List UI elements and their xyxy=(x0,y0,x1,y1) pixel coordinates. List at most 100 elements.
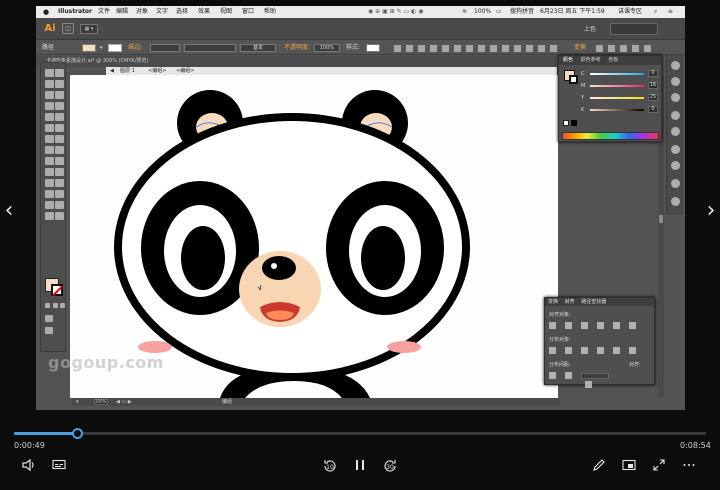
pen-icon[interactable] xyxy=(590,458,608,476)
tab-swatches[interactable]: 色板 xyxy=(608,57,618,63)
opacity-label[interactable]: 不透明度: xyxy=(284,41,310,55)
black-slider[interactable] xyxy=(590,109,644,111)
blend-tool-icon[interactable] xyxy=(55,179,64,187)
brushes-icon[interactable] xyxy=(671,111,680,120)
menu-app-name[interactable]: Illustrator xyxy=(58,6,92,18)
menu-window[interactable]: 窗口 xyxy=(242,6,254,18)
color-panel-icon[interactable] xyxy=(671,61,680,70)
magenta-value[interactable]: 16 xyxy=(648,82,658,89)
artboard-nav-icon[interactable]: ◀ ▭ ▶ xyxy=(116,398,132,406)
shape-builder-tool-icon[interactable] xyxy=(45,157,54,165)
magic-wand-tool-icon[interactable] xyxy=(45,80,54,88)
align-objects-buttons[interactable] xyxy=(549,322,653,330)
tab-color[interactable]: 颜色 xyxy=(563,57,573,63)
wifi-icon[interactable]: ≋ xyxy=(462,6,467,18)
opacity-field[interactable]: 100% xyxy=(314,44,340,52)
perspective-grid-tool-icon[interactable] xyxy=(55,157,64,165)
black-value[interactable]: 0 xyxy=(648,106,658,113)
line-tool-icon[interactable] xyxy=(45,102,54,110)
apple-icon[interactable]: ● xyxy=(43,6,49,18)
column-graph-tool-icon[interactable] xyxy=(55,190,64,198)
swatches-icon[interactable] xyxy=(671,77,680,86)
menu-file[interactable]: 文件 xyxy=(98,6,110,18)
symbol-sprayer-tool-icon[interactable] xyxy=(45,190,54,198)
blob-brush-tool-icon[interactable] xyxy=(45,124,54,132)
seek-bar[interactable] xyxy=(14,428,706,439)
more-controls[interactable] xyxy=(596,44,656,52)
stroke-weight-field[interactable] xyxy=(150,44,180,52)
battery-icon[interactable]: ▭ xyxy=(496,6,502,18)
seek-thumb[interactable] xyxy=(72,428,84,439)
transform-label[interactable]: 变换 xyxy=(574,41,586,55)
black-swatch-icon[interactable] xyxy=(571,120,577,126)
appearance-icon[interactable] xyxy=(671,197,680,206)
artboards-icon[interactable] xyxy=(671,179,680,188)
ellipse-tool-icon[interactable] xyxy=(55,102,64,110)
more-options-icon[interactable] xyxy=(680,458,698,476)
zoom-menu-icon[interactable]: ▾ xyxy=(76,398,79,406)
mini-view-icon[interactable] xyxy=(620,458,638,476)
none-color-icon[interactable] xyxy=(60,303,65,308)
layers-icon[interactable] xyxy=(671,161,680,170)
cyan-value[interactable]: 0 xyxy=(648,70,658,77)
left-pupil[interactable] xyxy=(181,226,225,290)
bridge-icon[interactable]: ◫ xyxy=(62,23,74,34)
panda-illustration[interactable] xyxy=(70,75,558,398)
none-swatch-icon[interactable] xyxy=(563,120,569,126)
menu-object[interactable]: 对象 xyxy=(136,6,148,18)
menu-type[interactable]: 文字 xyxy=(156,6,168,18)
graphic-style-swatch[interactable] xyxy=(366,44,380,52)
pause-button[interactable] xyxy=(352,458,368,476)
menu-edit[interactable]: 编辑 xyxy=(116,6,128,18)
eraser-tool-icon[interactable] xyxy=(55,124,64,132)
stroke-swatch[interactable] xyxy=(51,284,63,296)
fill-color-control[interactable] xyxy=(82,44,96,52)
arrange-documents-button[interactable]: ▦ ▾ xyxy=(80,24,98,34)
tab-pathfinder[interactable]: 路径查找器 xyxy=(581,299,606,305)
tab-align[interactable]: 对齐 xyxy=(565,299,575,305)
width-tool-icon[interactable] xyxy=(45,146,54,154)
default-colors-icon[interactable] xyxy=(45,303,50,308)
info-icon[interactable] xyxy=(671,93,680,102)
menu-view[interactable]: 视图 xyxy=(220,6,232,18)
input-method[interactable]: 搜狗拼音 xyxy=(510,6,534,18)
stroke-color-control[interactable] xyxy=(108,44,122,52)
volume-icon[interactable] xyxy=(20,458,38,476)
eyedropper-tool-icon[interactable] xyxy=(45,179,54,187)
color-spectrum[interactable] xyxy=(562,132,659,140)
graphic-styles-icon[interactable] xyxy=(671,145,680,154)
skip-forward-button[interactable]: 30 xyxy=(380,458,400,476)
align-controls[interactable] xyxy=(394,44,562,52)
fill-dropdown-icon[interactable]: ▾ xyxy=(100,41,103,55)
draw-mode-icon[interactable] xyxy=(45,315,53,322)
slice-tool-icon[interactable] xyxy=(55,201,64,209)
tab-transform[interactable]: 变换 xyxy=(548,299,558,305)
free-transform-tool-icon[interactable] xyxy=(55,146,64,154)
fullscreen-icon[interactable] xyxy=(650,458,668,476)
selection-tool-icon[interactable] xyxy=(45,69,54,77)
back-arrow-icon[interactable]: ◀ xyxy=(110,67,114,75)
subtitles-icon[interactable] xyxy=(50,458,68,476)
menu-select[interactable]: 选择 xyxy=(176,6,188,18)
tab-color-guide[interactable]: 颜色参考 xyxy=(581,57,601,63)
rotate-tool-icon[interactable] xyxy=(45,135,54,143)
previous-arrow-icon[interactable]: ‹ xyxy=(2,198,16,224)
panel-stroke-swatch[interactable] xyxy=(569,75,578,84)
distribute-spacing-buttons[interactable] xyxy=(549,372,653,388)
gradient-tool-icon[interactable] xyxy=(55,168,64,176)
direct-selection-tool-icon[interactable] xyxy=(55,69,64,77)
magenta-slider[interactable] xyxy=(590,85,644,87)
pencil-tool-icon[interactable] xyxy=(55,113,64,121)
artboard-tool-icon[interactable] xyxy=(45,201,54,209)
artboard-canvas[interactable] xyxy=(70,75,558,398)
cyan-slider[interactable] xyxy=(590,73,644,75)
next-arrow-icon[interactable]: › xyxy=(704,198,718,224)
mesh-tool-icon[interactable] xyxy=(45,168,54,176)
color-mode-icon[interactable] xyxy=(53,303,58,308)
breadcrumb-group-1[interactable]: <编组> xyxy=(148,67,166,75)
type-tool-icon[interactable] xyxy=(55,91,64,99)
stroke-label[interactable]: 描边: xyxy=(128,41,142,55)
right-pupil[interactable] xyxy=(361,226,405,290)
workspace-user[interactable]: 上色 xyxy=(584,24,596,33)
nose[interactable] xyxy=(262,256,296,280)
